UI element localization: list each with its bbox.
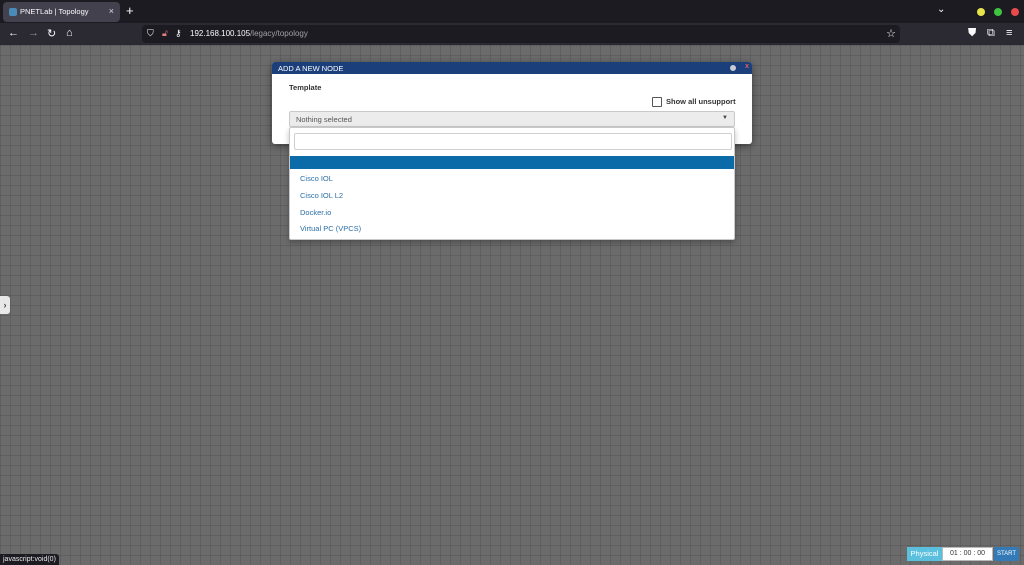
show-all-unsupport-checkbox[interactable]: [652, 97, 662, 107]
modal-title: ADD A NEW NODE: [278, 64, 344, 73]
insecure-lock-icon[interactable]: 🔓︎: [162, 28, 168, 39]
browser-nav-bar: ← → ↻ ⌂ ⛉ 🔓︎ ⚷ 192.168.100.105/legacy/to…: [0, 23, 1024, 45]
shield-icon[interactable]: ⛉: [147, 28, 154, 39]
modal-minimize-icon[interactable]: [730, 65, 736, 71]
home-icon[interactable]: ⌂: [66, 27, 73, 39]
pnetlab-favicon-icon: [9, 8, 17, 16]
tab-close-icon[interactable]: ×: [109, 6, 114, 16]
template-label: Template: [289, 83, 322, 92]
template-search-input[interactable]: [294, 133, 732, 150]
forward-arrow-icon[interactable]: →: [28, 27, 39, 39]
physical-button[interactable]: Physical: [907, 547, 942, 561]
modal-close-icon[interactable]: x: [745, 63, 749, 70]
option-cisco-iol-l2[interactable]: Cisco IOL L2: [300, 191, 343, 200]
browser-tab-bar: PNETLab | Topology × + ⌄: [0, 0, 1024, 23]
close-window-button[interactable]: [1011, 8, 1019, 16]
template-select[interactable]: Nothing selected ▼: [289, 111, 735, 127]
tab-title: PNETLab | Topology: [20, 7, 89, 16]
template-select-value: Nothing selected: [296, 115, 352, 124]
modal-header: ADD A NEW NODE x: [272, 62, 752, 74]
sidebar-toggle-chevron-icon[interactable]: ›: [0, 296, 10, 314]
reload-icon[interactable]: ↻: [47, 27, 56, 40]
bookmark-star-icon[interactable]: ☆: [886, 27, 896, 40]
url-bar[interactable]: ⛉ 🔓︎ ⚷ 192.168.100.105/legacy/topology ☆: [142, 25, 900, 43]
status-bar: javascript:void(0): [0, 554, 59, 565]
back-arrow-icon[interactable]: ←: [8, 27, 19, 39]
option-docker-io[interactable]: Docker.io: [300, 208, 331, 217]
new-tab-button[interactable]: +: [126, 3, 134, 18]
url-text[interactable]: 192.168.100.105/legacy/topology: [190, 29, 308, 38]
menu-icon[interactable]: ≡: [1006, 27, 1012, 39]
template-dropdown: Cisco IOL Cisco IOL L2 Docker.io Virtual…: [289, 127, 735, 240]
caret-down-icon: ▼: [722, 115, 728, 121]
list-all-tabs-icon[interactable]: ⌄: [937, 4, 945, 15]
show-all-unsupport-label[interactable]: Show all unsupport: [666, 97, 736, 106]
maximize-button[interactable]: [994, 8, 1002, 16]
highlighted-option[interactable]: [290, 156, 734, 169]
timer-input[interactable]: 01 : 00 : 00: [942, 547, 993, 561]
option-cisco-iol[interactable]: Cisco IOL: [300, 174, 333, 183]
browser-tab[interactable]: PNETLab | Topology ×: [3, 2, 120, 22]
minimize-button[interactable]: [977, 8, 985, 16]
start-button[interactable]: START: [994, 547, 1019, 561]
extensions-icon[interactable]: ⧉: [987, 27, 995, 40]
pocket-icon[interactable]: ⛊: [968, 27, 976, 40]
key-icon[interactable]: ⚷: [175, 28, 182, 39]
option-virtual-pc-vpcs[interactable]: Virtual PC (VPCS): [300, 224, 361, 233]
